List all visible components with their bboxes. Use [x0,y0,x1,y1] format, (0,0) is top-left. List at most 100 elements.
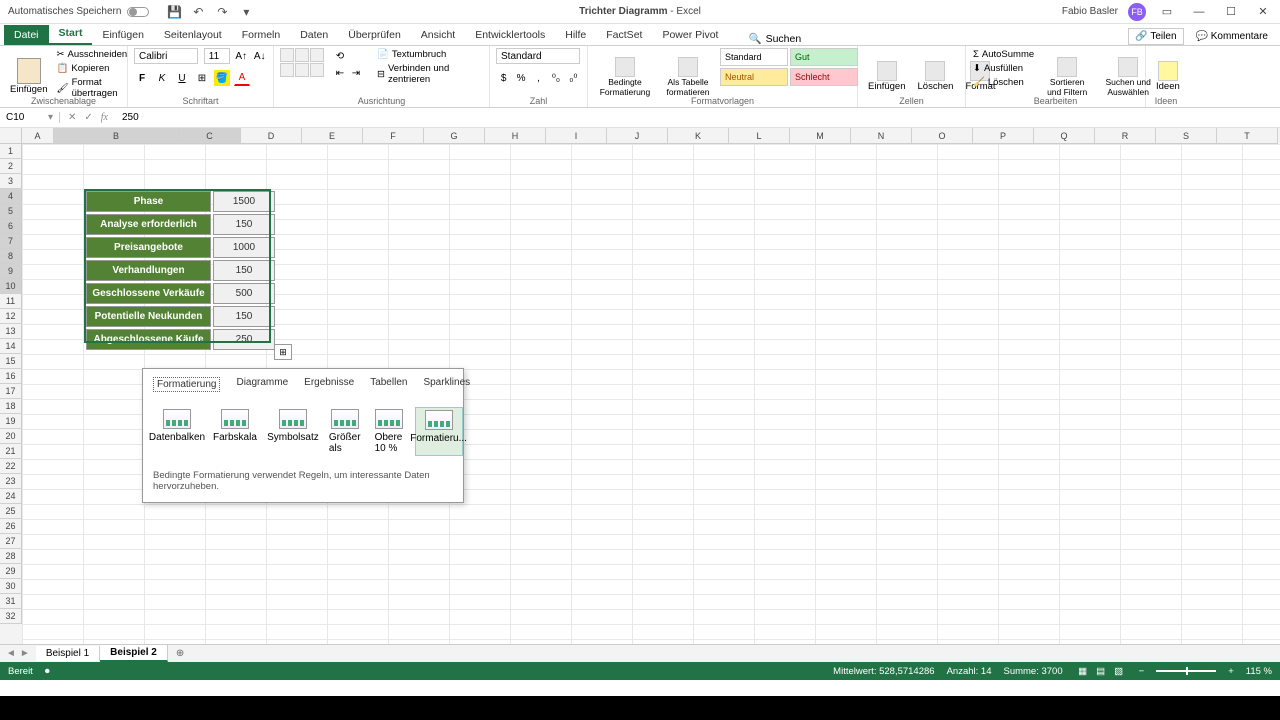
row-header-27[interactable]: 27 [0,534,22,549]
qa-tab-sparklines[interactable]: Sparklines [423,377,470,392]
indent-dec-icon[interactable]: ⇤ [332,65,348,81]
col-header-B[interactable]: B [54,128,179,144]
row-header-7[interactable]: 7 [0,234,22,249]
style-gut[interactable]: Gut [790,48,858,66]
data-table[interactable]: Phase1500Analyse erforderlich150Preisang… [84,189,277,352]
col-header-G[interactable]: G [424,128,485,144]
view-pagebreak-icon[interactable]: ▧ [1111,664,1127,678]
ribbon-options-icon[interactable]: ▭ [1156,3,1178,21]
col-header-Q[interactable]: Q [1034,128,1095,144]
row-header-15[interactable]: 15 [0,354,22,369]
save-icon[interactable]: 💾 [167,5,181,19]
table-value-cell[interactable]: 500 [213,283,275,304]
zoom-in-icon[interactable]: + [1228,666,1234,677]
tab-data[interactable]: Daten [290,25,338,45]
table-label-cell[interactable]: Geschlossene Verkäufe [86,283,211,304]
table-value-cell[interactable]: 1500 [213,191,275,212]
name-box[interactable]: C10▾ [0,112,60,123]
row-header-3[interactable]: 3 [0,174,22,189]
row-header-25[interactable]: 25 [0,504,22,519]
tab-formulas[interactable]: Formeln [232,25,291,45]
table-value-cell[interactable]: 150 [213,214,275,235]
table-value-cell[interactable]: 150 [213,260,275,281]
percent-icon[interactable]: % [513,70,528,86]
row-header-1[interactable]: 1 [0,144,22,159]
row-header-22[interactable]: 22 [0,459,22,474]
row-header-5[interactable]: 5 [0,204,22,219]
col-header-T[interactable]: T [1217,128,1278,144]
row-header-31[interactable]: 31 [0,594,22,609]
maximize-icon[interactable]: ☐ [1220,3,1242,21]
qa-opt-databars[interactable]: Datenbalken [153,407,201,456]
decimal-dec-icon[interactable]: ₀⁰ [566,70,581,86]
minimize-icon[interactable]: — [1188,3,1210,21]
row-header-16[interactable]: 16 [0,369,22,384]
row-header-30[interactable]: 30 [0,579,22,594]
row-header-11[interactable]: 11 [0,294,22,309]
underline-button[interactable]: U [174,70,190,86]
table-value-cell[interactable]: 250 [213,329,275,350]
tab-file[interactable]: Datei [4,25,49,45]
cut-button[interactable]: ✂ Ausschneiden [56,48,129,61]
zoom-level[interactable]: 115 % [1246,666,1272,677]
row-header-6[interactable]: 6 [0,219,22,234]
row-header-14[interactable]: 14 [0,339,22,354]
share-button[interactable]: 🔗 Teilen [1128,28,1183,45]
col-header-S[interactable]: S [1156,128,1217,144]
col-header-I[interactable]: I [546,128,607,144]
row-header-29[interactable]: 29 [0,564,22,579]
tab-pagelayout[interactable]: Seitenlayout [154,25,232,45]
row-header-12[interactable]: 12 [0,309,22,324]
add-sheet-button[interactable]: ⊕ [168,648,192,659]
table-value-cell[interactable]: 1000 [213,237,275,258]
row-header-20[interactable]: 20 [0,429,22,444]
font-size-combo[interactable]: 11 [204,48,230,64]
style-neutral[interactable]: Neutral [720,68,788,86]
row-header-21[interactable]: 21 [0,444,22,459]
view-pagelayout-icon[interactable]: ▤ [1093,664,1109,678]
col-header-R[interactable]: R [1095,128,1156,144]
col-header-E[interactable]: E [302,128,363,144]
table-label-cell[interactable]: Analyse erforderlich [86,214,211,235]
row-header-2[interactable]: 2 [0,159,22,174]
font-color-button[interactable]: A [234,70,250,86]
qa-tab-results[interactable]: Ergebnisse [304,377,354,392]
col-header-H[interactable]: H [485,128,546,144]
col-header-L[interactable]: L [729,128,790,144]
view-normal-icon[interactable]: ▦ [1075,664,1091,678]
row-header-23[interactable]: 23 [0,474,22,489]
comma-icon[interactable]: , [531,70,546,86]
tab-review[interactable]: Überprüfen [338,25,411,45]
orientation-button[interactable]: ⟲ [332,48,348,64]
indent-inc-icon[interactable]: ⇥ [348,65,364,81]
autosave-toggle[interactable] [127,7,149,17]
row-header-9[interactable]: 9 [0,264,22,279]
tab-view[interactable]: Ansicht [411,25,465,45]
copy-button[interactable]: 📋 Kopieren [56,62,129,75]
row-header-18[interactable]: 18 [0,399,22,414]
row-header-8[interactable]: 8 [0,249,22,264]
autosum-button[interactable]: Σ AutoSumme [972,48,1035,61]
col-header-C[interactable]: C [179,128,241,144]
col-header-A[interactable]: A [22,128,54,144]
qa-opt-iconset[interactable]: Symbolsatz [269,407,317,456]
close-icon[interactable]: ✕ [1252,3,1274,21]
zoom-out-icon[interactable]: − [1139,666,1145,677]
formula-input[interactable]: 250 [116,112,1280,123]
qat-dropdown-icon[interactable]: ▾ [239,5,253,19]
tab-factset[interactable]: FactSet [596,25,652,45]
qa-tab-charts[interactable]: Diagramme [236,377,288,392]
table-label-cell[interactable]: Preisangebote [86,237,211,258]
row-header-26[interactable]: 26 [0,519,22,534]
tab-help[interactable]: Hilfe [555,25,596,45]
fx-icon[interactable]: fx [101,112,108,123]
comments-button[interactable]: 💬 Kommentare [1190,29,1274,44]
col-header-J[interactable]: J [607,128,668,144]
tab-start[interactable]: Start [49,23,93,45]
number-format-combo[interactable]: Standard [496,48,580,64]
tab-developer[interactable]: Entwicklertools [465,25,555,45]
fill-button[interactable]: ⬇ Ausfüllen [972,62,1035,75]
wrap-text-button[interactable]: 📄 Textumbruch [376,48,483,61]
qa-opt-colorscale[interactable]: Farbskala [211,407,259,456]
qa-opt-greater[interactable]: Größer als [327,407,363,456]
